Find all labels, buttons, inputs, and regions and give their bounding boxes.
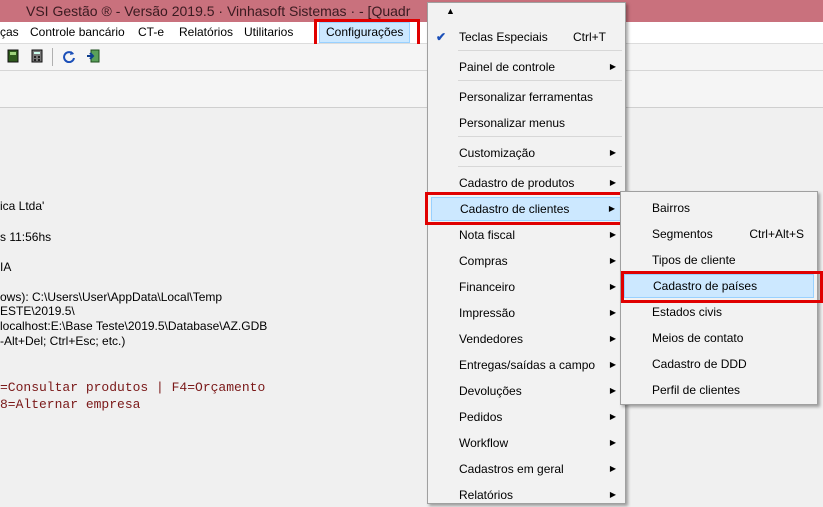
info-line-version-path: ESTE\2019.5\ bbox=[0, 304, 75, 318]
chevron-right-icon: ▶ bbox=[609, 282, 616, 291]
menu-item-painel-de-controle[interactable]: Painel de controle ▶ bbox=[431, 55, 622, 79]
chevron-right-icon: ▶ bbox=[609, 62, 616, 71]
menu-item-financeiro[interactable]: Financeiro ▶ bbox=[431, 275, 622, 299]
menu-item-workflow[interactable]: Workflow ▶ bbox=[431, 431, 622, 455]
chevron-right-icon: ▶ bbox=[609, 230, 616, 239]
menu-item-impressao[interactable]: Impressão ▶ bbox=[431, 301, 622, 325]
menu-item-pecas[interactable]: ças bbox=[0, 22, 25, 43]
exit-icon[interactable] bbox=[86, 49, 100, 63]
chevron-right-icon: ▶ bbox=[609, 464, 616, 473]
annotation-box-cadastro-paises bbox=[621, 271, 823, 303]
submenu-item-estados-civis[interactable]: Estados civis bbox=[624, 300, 814, 324]
chevron-right-icon: ▶ bbox=[609, 334, 616, 343]
menu-item-personalizar-ferramentas[interactable]: Personalizar ferramentas bbox=[431, 85, 622, 109]
shortcut-line-2: 8=Alternar empresa bbox=[0, 397, 141, 412]
menu-item-cte[interactable]: CT-e bbox=[132, 22, 170, 43]
submenu-item-tipos-de-cliente[interactable]: Tipos de cliente bbox=[624, 248, 814, 272]
chevron-right-icon: ▶ bbox=[609, 386, 616, 395]
menu-item-nota-fiscal[interactable]: Nota fiscal ▶ bbox=[431, 223, 622, 247]
menu-separator bbox=[458, 136, 622, 137]
menu-item-relatorios-sub[interactable]: Relatórios ▶ bbox=[431, 483, 622, 507]
configuracoes-menu: ▲ ✔ Teclas Especiais Ctrl+T Painel de co… bbox=[427, 2, 626, 504]
menu-separator bbox=[458, 166, 622, 167]
menu-item-compras[interactable]: Compras ▶ bbox=[431, 249, 622, 273]
toolbar-strip bbox=[0, 71, 823, 108]
menu-item-vendedores[interactable]: Vendedores ▶ bbox=[431, 327, 622, 351]
info-line-database: localhost:E:\Base Teste\2019.5\Database\… bbox=[0, 319, 268, 333]
chevron-right-icon: ▶ bbox=[609, 308, 616, 317]
chevron-right-icon: ▶ bbox=[609, 256, 616, 265]
submenu-item-perfil-de-clientes[interactable]: Perfil de clientes bbox=[624, 378, 814, 402]
chevron-right-icon: ▶ bbox=[609, 490, 616, 499]
toolbar-separator bbox=[52, 48, 53, 66]
info-line-ia: IA bbox=[0, 260, 12, 274]
toolbar bbox=[0, 44, 823, 71]
annotation-box-cadastro-clientes bbox=[425, 192, 625, 225]
submenu-item-segmentos[interactable]: Segmentos Ctrl+Alt+S bbox=[624, 222, 814, 246]
scroll-up-icon[interactable]: ▲ bbox=[446, 6, 455, 16]
menu-item-devolucoes[interactable]: Devoluções ▶ bbox=[431, 379, 622, 403]
chevron-right-icon: ▶ bbox=[609, 412, 616, 421]
chevron-right-icon: ▶ bbox=[609, 148, 616, 157]
refresh-icon[interactable] bbox=[62, 49, 76, 63]
menu-item-personalizar-menus[interactable]: Personalizar menus bbox=[431, 111, 622, 135]
menu-item-teclas-especiais[interactable]: ✔ Teclas Especiais Ctrl+T bbox=[431, 25, 622, 49]
check-icon: ✔ bbox=[436, 30, 447, 44]
info-line-company: ica Ltda' bbox=[0, 199, 45, 213]
menu-item-relatorios[interactable]: Relatórios bbox=[173, 22, 239, 43]
info-line-time: s 11:56hs bbox=[0, 230, 52, 244]
chevron-right-icon: ▶ bbox=[609, 360, 616, 369]
menu-item-cadastros-em-geral[interactable]: Cadastros em geral ▶ bbox=[431, 457, 622, 481]
menu-item-controle-bancario[interactable]: Controle bancário bbox=[24, 22, 131, 43]
submenu-item-cadastro-de-ddd[interactable]: Cadastro de DDD bbox=[624, 352, 814, 376]
submenu-item-meios-de-contato[interactable]: Meios de contato bbox=[624, 326, 814, 350]
chevron-right-icon: ▶ bbox=[609, 438, 616, 447]
menu-separator bbox=[458, 80, 622, 81]
shortcut-line-1: =Consultar produtos | F4=Orçamento bbox=[0, 380, 266, 395]
menu-item-customizacao[interactable]: Customização ▶ bbox=[431, 141, 622, 165]
menu-separator bbox=[458, 50, 622, 51]
menu-item-entregas-saidas[interactable]: Entregas/saídas a campo ▶ bbox=[431, 353, 622, 377]
info-line-temp-path: ows): C:\Users\User\AppData\Local\Temp bbox=[0, 290, 223, 304]
menu-item-pedidos[interactable]: Pedidos ▶ bbox=[431, 405, 622, 429]
submenu-item-bairros[interactable]: Bairros bbox=[624, 196, 814, 220]
menu-item-utilitarios[interactable]: Utilitarios bbox=[238, 22, 299, 43]
calculator-icon[interactable] bbox=[30, 49, 44, 63]
info-line-keys: -Alt+Del; Ctrl+Esc; etc.) bbox=[0, 334, 126, 348]
book-icon[interactable] bbox=[6, 49, 20, 63]
